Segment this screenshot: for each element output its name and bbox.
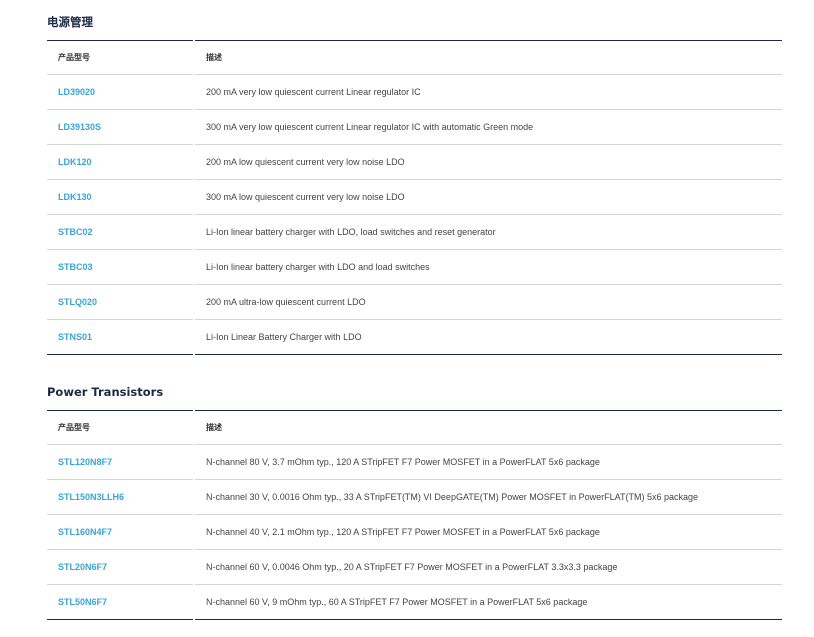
description-cell: 200 mA ultra-low quiescent current LDO bbox=[194, 284, 782, 320]
part-number-link[interactable]: LD39130S bbox=[58, 122, 101, 132]
part-number-link[interactable]: LDK120 bbox=[58, 157, 92, 167]
part-number-cell: STL20N6F7 bbox=[47, 549, 195, 585]
part-number-link[interactable]: STL160N4F7 bbox=[58, 527, 112, 537]
column-header-description: 描述 bbox=[194, 410, 782, 445]
description-cell: N-channel 40 V, 2.1 mOhm typ., 120 A STr… bbox=[194, 514, 782, 550]
table-row: STL150N3LLH6 N-channel 30 V, 0.0016 Ohm … bbox=[47, 479, 782, 515]
description-cell: 200 mA low quiescent current very low no… bbox=[194, 144, 782, 180]
part-number-cell: STBC03 bbox=[47, 249, 195, 285]
part-number-cell: LD39020 bbox=[47, 74, 195, 110]
part-number-link[interactable]: STBC02 bbox=[58, 227, 93, 237]
part-number-cell: STL50N6F7 bbox=[47, 584, 195, 620]
part-number-link[interactable]: LD39020 bbox=[58, 87, 95, 97]
part-number-cell: STL160N4F7 bbox=[47, 514, 195, 550]
column-header-part-number: 产品型号 bbox=[47, 410, 195, 445]
part-number-cell: STL150N3LLH6 bbox=[47, 479, 195, 515]
description-cell: N-channel 80 V, 3.7 mOhm typ., 120 A STr… bbox=[194, 444, 782, 480]
section-title: Power Transistors bbox=[47, 385, 164, 399]
description-cell: N-channel 60 V, 0.0046 Ohm typ., 20 A ST… bbox=[194, 549, 782, 585]
part-number-link[interactable]: STBC03 bbox=[58, 262, 93, 272]
description-cell: N-channel 60 V, 9 mOhm typ., 60 A STripF… bbox=[206, 597, 588, 607]
section-title: 电源管理 bbox=[47, 15, 93, 29]
description-cell: 300 mA very low quiescent current Linear… bbox=[194, 109, 782, 145]
part-number-link[interactable]: STL50N6F7 bbox=[58, 597, 107, 607]
product-table: 产品型号 描述 LD39020 200 mA very low quiescen… bbox=[47, 40, 782, 355]
table-row: STL120N8F7 N-channel 80 V, 3.7 mOhm typ.… bbox=[47, 444, 782, 480]
section-power-transistors: Power Transistors 产品型号 描述 STL120N8F7 N-c… bbox=[47, 382, 782, 620]
table-row: LDK120 200 mA low quiescent current very… bbox=[47, 144, 782, 180]
part-number-link[interactable]: STL20N6F7 bbox=[58, 562, 107, 572]
column-header-part-number: 产品型号 bbox=[47, 40, 195, 75]
part-number-cell: LDK130 bbox=[47, 179, 195, 215]
table-header-row: 产品型号 描述 bbox=[47, 410, 782, 445]
table-row: LD39130S 300 mA very low quiescent curre… bbox=[47, 109, 782, 145]
part-number-link[interactable]: STLQ020 bbox=[58, 297, 97, 307]
table-row: STBC03 Li-Ion linear battery charger wit… bbox=[47, 249, 782, 285]
description-cell: N-channel 30 V, 0.0016 Ohm typ., 33 A ST… bbox=[194, 479, 782, 515]
part-number-cell: LD39130S bbox=[47, 109, 195, 145]
section-power-management: 电源管理 产品型号 描述 LD39020 200 mA very low qui… bbox=[47, 12, 782, 355]
part-number-link[interactable]: STNS01 bbox=[58, 332, 92, 342]
part-number-cell: STLQ020 bbox=[47, 284, 195, 320]
description-cell: 300 mA low quiescent current very low no… bbox=[194, 179, 782, 215]
part-number-cell: STL120N8F7 bbox=[47, 444, 195, 480]
description-cell: Li-Ion Linear Battery Charger with LDO bbox=[206, 332, 362, 342]
table-row: STL160N4F7 N-channel 40 V, 2.1 mOhm typ.… bbox=[47, 514, 782, 550]
part-number-cell: STBC02 bbox=[47, 214, 195, 250]
table-row: LD39020 200 mA very low quiescent curren… bbox=[47, 74, 782, 110]
table-row: STL50N6F7 N-channel 60 V, 9 mOhm typ., 6… bbox=[47, 584, 782, 620]
part-number-cell: STNS01 bbox=[47, 319, 195, 355]
table-row: STNS01 Li-Ion Linear Battery Charger wit… bbox=[47, 319, 782, 355]
part-number-cell: LDK120 bbox=[47, 144, 195, 180]
column-header-description: 描述 bbox=[194, 40, 782, 75]
description-cell: Li-Ion linear battery charger with LDO, … bbox=[194, 214, 782, 250]
product-table: 产品型号 描述 STL120N8F7 N-channel 80 V, 3.7 m… bbox=[47, 410, 782, 620]
part-number-link[interactable]: STL120N8F7 bbox=[58, 457, 112, 467]
table-header-row: 产品型号 描述 bbox=[47, 40, 782, 75]
table-row: LDK130 300 mA low quiescent current very… bbox=[47, 179, 782, 215]
part-number-link[interactable]: STL150N3LLH6 bbox=[58, 492, 124, 502]
description-cell: Li-Ion linear battery charger with LDO a… bbox=[194, 249, 782, 285]
part-number-link[interactable]: LDK130 bbox=[58, 192, 92, 202]
table-row: STL20N6F7 N-channel 60 V, 0.0046 Ohm typ… bbox=[47, 549, 782, 585]
description-cell: 200 mA very low quiescent current Linear… bbox=[194, 74, 782, 110]
table-row: STLQ020 200 mA ultra-low quiescent curre… bbox=[47, 284, 782, 320]
table-row: STBC02 Li-Ion linear battery charger wit… bbox=[47, 214, 782, 250]
